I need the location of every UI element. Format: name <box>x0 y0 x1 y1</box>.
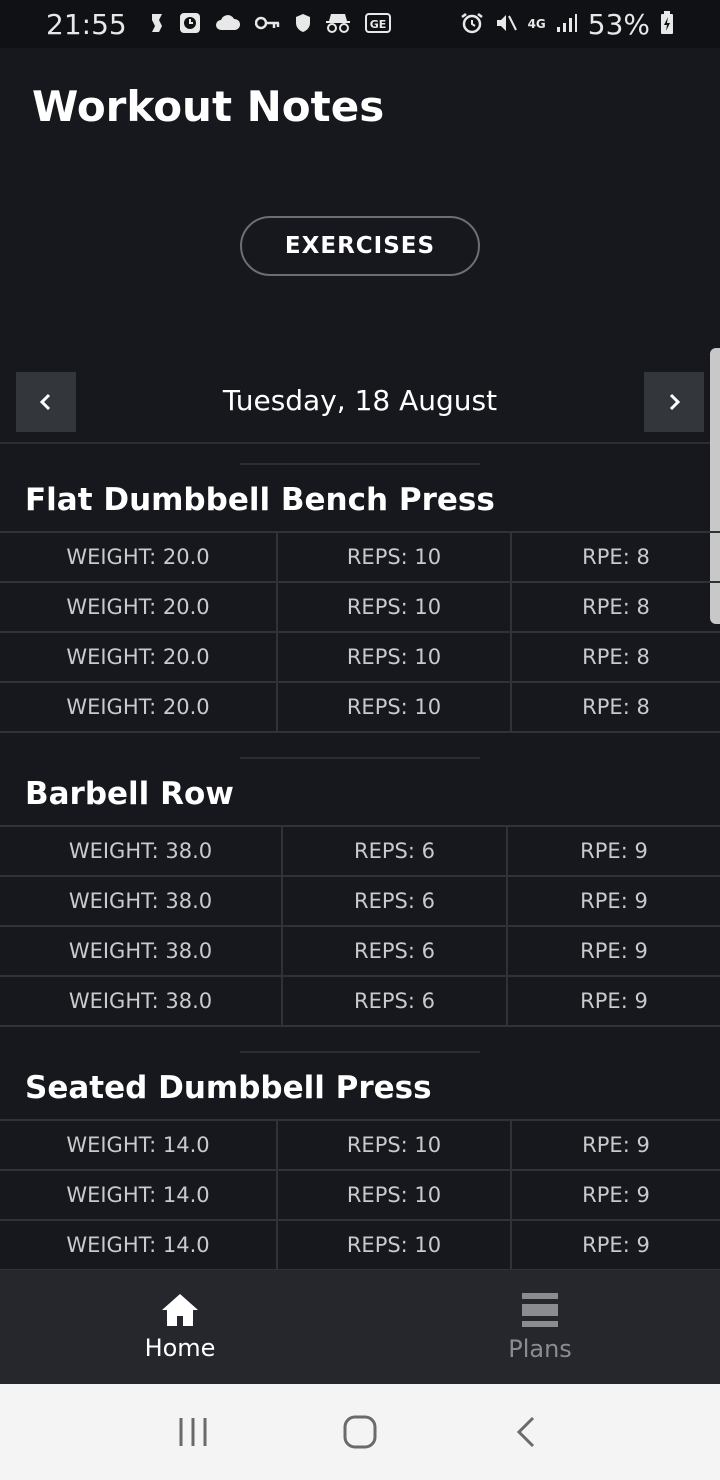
tab-plans-label: Plans <box>508 1335 572 1363</box>
section-divider <box>240 757 480 759</box>
home-system-button[interactable] <box>330 1402 390 1462</box>
rpe-cell: RPE: 9 <box>580 939 648 963</box>
weight-cell: WEIGHT: 20.0 <box>0 533 278 581</box>
set-row[interactable]: WEIGHT: 14.0 REPS: 10 RPE: 9 <box>0 1121 720 1171</box>
alarm-icon <box>460 12 484 37</box>
home-circle-icon <box>343 1415 377 1449</box>
weight-cell: WEIGHT: 14.0 <box>0 1171 278 1219</box>
rpe-cell: RPE: 9 <box>582 1233 650 1257</box>
rpe-cell: RPE: 9 <box>582 1183 650 1207</box>
reps-cell: REPS: 10 <box>278 1121 512 1169</box>
exercise-title[interactable]: Seated Dumbbell Press <box>25 1070 432 1106</box>
reps-cell: REPS: 10 <box>278 633 512 681</box>
rpe-cell: RPE: 8 <box>582 695 650 719</box>
set-row[interactable]: WEIGHT: 38.0 REPS: 6 RPE: 9 <box>0 927 720 977</box>
weight-cell: WEIGHT: 38.0 <box>0 827 283 875</box>
incognito-icon <box>325 12 351 37</box>
reps-cell: REPS: 10 <box>278 1221 512 1269</box>
section-divider <box>240 463 480 465</box>
set-row[interactable]: WEIGHT: 14.0 REPS: 10 RPE: 9 <box>0 1171 720 1221</box>
weight-cell: WEIGHT: 14.0 <box>0 1221 278 1269</box>
exercise-section: Flat Dumbbell Bench Press WEIGHT: 20.0 R… <box>0 444 720 738</box>
rpe-cell: RPE: 8 <box>582 645 650 669</box>
exercise-section: Barbell Row WEIGHT: 38.0 REPS: 6 RPE: 9 … <box>0 738 720 1032</box>
tab-home-label: Home <box>144 1334 216 1362</box>
set-row[interactable]: WEIGHT: 20.0 REPS: 10 RPE: 8 <box>0 583 720 633</box>
svg-text:GE: GE <box>369 18 386 31</box>
recent-apps-icon <box>179 1418 207 1446</box>
next-day-button[interactable] <box>644 372 704 432</box>
current-date: Tuesday, 18 August <box>222 384 498 417</box>
battery-percent: 53% <box>587 7 650 41</box>
rpe-cell: RPE: 9 <box>580 889 648 913</box>
notification-icon <box>149 12 165 37</box>
sets-table: WEIGHT: 14.0 REPS: 10 RPE: 9 WEIGHT: 14.… <box>0 1119 720 1270</box>
exercise-title[interactable]: Flat Dumbbell Bench Press <box>25 482 495 518</box>
mute-icon <box>494 12 518 37</box>
set-row[interactable]: WEIGHT: 20.0 REPS: 10 RPE: 8 <box>0 683 720 733</box>
page-title: Workout Notes <box>32 82 385 131</box>
network-type-label: 4G <box>527 17 546 31</box>
reps-cell: REPS: 6 <box>283 977 508 1025</box>
tab-home[interactable]: Home <box>0 1270 360 1384</box>
exercise-title[interactable]: Barbell Row <box>25 776 234 812</box>
translate-icon: GE <box>364 12 391 36</box>
rpe-cell: RPE: 9 <box>580 839 648 863</box>
exercise-list: Flat Dumbbell Bench Press WEIGHT: 20.0 R… <box>0 444 720 1270</box>
weight-cell: WEIGHT: 20.0 <box>0 583 278 631</box>
set-row[interactable]: WEIGHT: 38.0 REPS: 6 RPE: 9 <box>0 827 720 877</box>
back-icon <box>516 1416 534 1448</box>
shield-icon <box>295 13 311 36</box>
set-row[interactable]: WEIGHT: 20.0 REPS: 10 RPE: 8 <box>0 633 720 683</box>
clock-app-icon <box>179 12 201 37</box>
weight-cell: WEIGHT: 20.0 <box>0 683 278 731</box>
rpe-cell: RPE: 8 <box>582 545 650 569</box>
weight-cell: WEIGHT: 38.0 <box>0 977 283 1025</box>
tab-plans[interactable]: Plans <box>360 1270 720 1384</box>
recent-apps-button[interactable] <box>163 1402 223 1462</box>
cloud-icon <box>215 14 241 35</box>
status-bar: 21:55 GE 4G 53% <box>0 0 720 48</box>
rpe-cell: RPE: 9 <box>582 1133 650 1157</box>
set-row[interactable]: WEIGHT: 14.0 REPS: 10 RPE: 9 <box>0 1221 720 1270</box>
key-icon <box>254 14 281 34</box>
reps-cell: REPS: 6 <box>283 827 508 875</box>
exercise-section: Seated Dumbbell Press WEIGHT: 14.0 REPS:… <box>0 1032 720 1270</box>
date-navigator: Tuesday, 18 August <box>0 372 720 444</box>
rpe-cell: RPE: 9 <box>580 989 648 1013</box>
reps-cell: REPS: 10 <box>278 1171 512 1219</box>
exercises-button[interactable]: EXERCISES <box>240 216 480 276</box>
list-icon <box>522 1293 558 1327</box>
reps-cell: REPS: 10 <box>278 533 512 581</box>
weight-cell: WEIGHT: 14.0 <box>0 1121 278 1169</box>
reps-cell: REPS: 10 <box>278 583 512 631</box>
reps-cell: REPS: 6 <box>283 927 508 975</box>
reps-cell: REPS: 6 <box>283 877 508 925</box>
weight-cell: WEIGHT: 38.0 <box>0 927 283 975</box>
bottom-navigation: Home Plans <box>0 1270 720 1384</box>
home-icon <box>162 1294 198 1326</box>
sets-table: WEIGHT: 20.0 REPS: 10 RPE: 8 WEIGHT: 20.… <box>0 531 720 733</box>
battery-charging-icon <box>660 10 674 38</box>
weight-cell: WEIGHT: 38.0 <box>0 877 283 925</box>
weight-cell: WEIGHT: 20.0 <box>0 633 278 681</box>
rpe-cell: RPE: 8 <box>582 595 650 619</box>
back-button[interactable] <box>497 1402 557 1462</box>
reps-cell: REPS: 10 <box>278 683 512 731</box>
app-header: Workout Notes <box>0 48 720 168</box>
signal-icon <box>556 13 578 36</box>
section-divider <box>240 1051 480 1053</box>
sets-table: WEIGHT: 38.0 REPS: 6 RPE: 9 WEIGHT: 38.0… <box>0 825 720 1027</box>
system-navigation-bar <box>0 1384 720 1480</box>
set-row[interactable]: WEIGHT: 38.0 REPS: 6 RPE: 9 <box>0 977 720 1027</box>
set-row[interactable]: WEIGHT: 38.0 REPS: 6 RPE: 9 <box>0 877 720 927</box>
chevron-right-icon <box>669 393 681 411</box>
set-row[interactable]: WEIGHT: 20.0 REPS: 10 RPE: 8 <box>0 533 720 583</box>
status-time: 21:55 <box>46 7 127 41</box>
